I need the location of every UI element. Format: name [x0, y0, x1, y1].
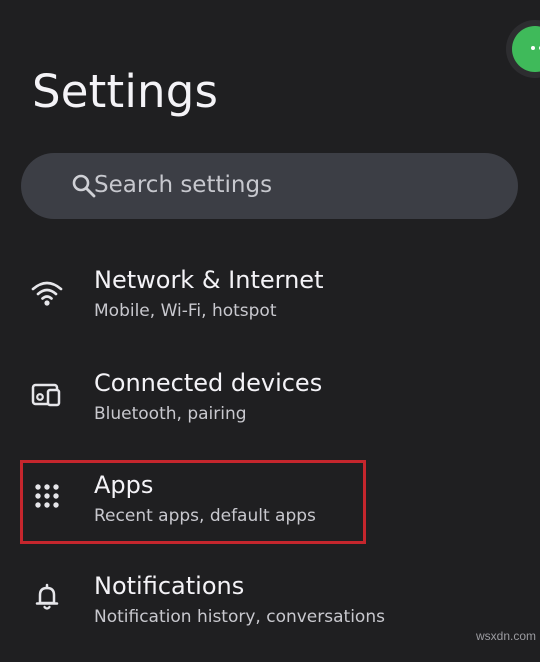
search-bar[interactable]: Search settings — [21, 153, 518, 219]
settings-item-title: Connected devices — [94, 369, 323, 397]
settings-item-title: Notifications — [94, 572, 245, 600]
settings-item-network[interactable]: Network & Internet Mobile, Wi-Fi, hotspo… — [0, 264, 540, 356]
settings-item-subtitle: Notification history, conversations — [94, 607, 385, 627]
settings-item-notifications[interactable]: Notifications Notification history, conv… — [0, 570, 540, 662]
connected-devices-icon — [30, 378, 64, 412]
more-options-button[interactable] — [506, 20, 540, 78]
settings-item-subtitle: Bluetooth, pairing — [94, 404, 247, 424]
watermark: wsxdn.com — [476, 629, 537, 643]
page-title: Settings — [32, 65, 219, 118]
settings-item-subtitle: Mobile, Wi-Fi, hotspot — [94, 301, 277, 321]
search-input[interactable]: Search settings — [94, 170, 272, 200]
settings-item-connected-devices[interactable]: Connected devices Bluetooth, pairing — [0, 367, 540, 459]
highlight-box — [20, 460, 366, 544]
bell-icon — [30, 580, 64, 614]
settings-item-title: Network & Internet — [94, 266, 324, 294]
more-options-icon — [512, 26, 540, 72]
wifi-icon — [30, 276, 64, 310]
